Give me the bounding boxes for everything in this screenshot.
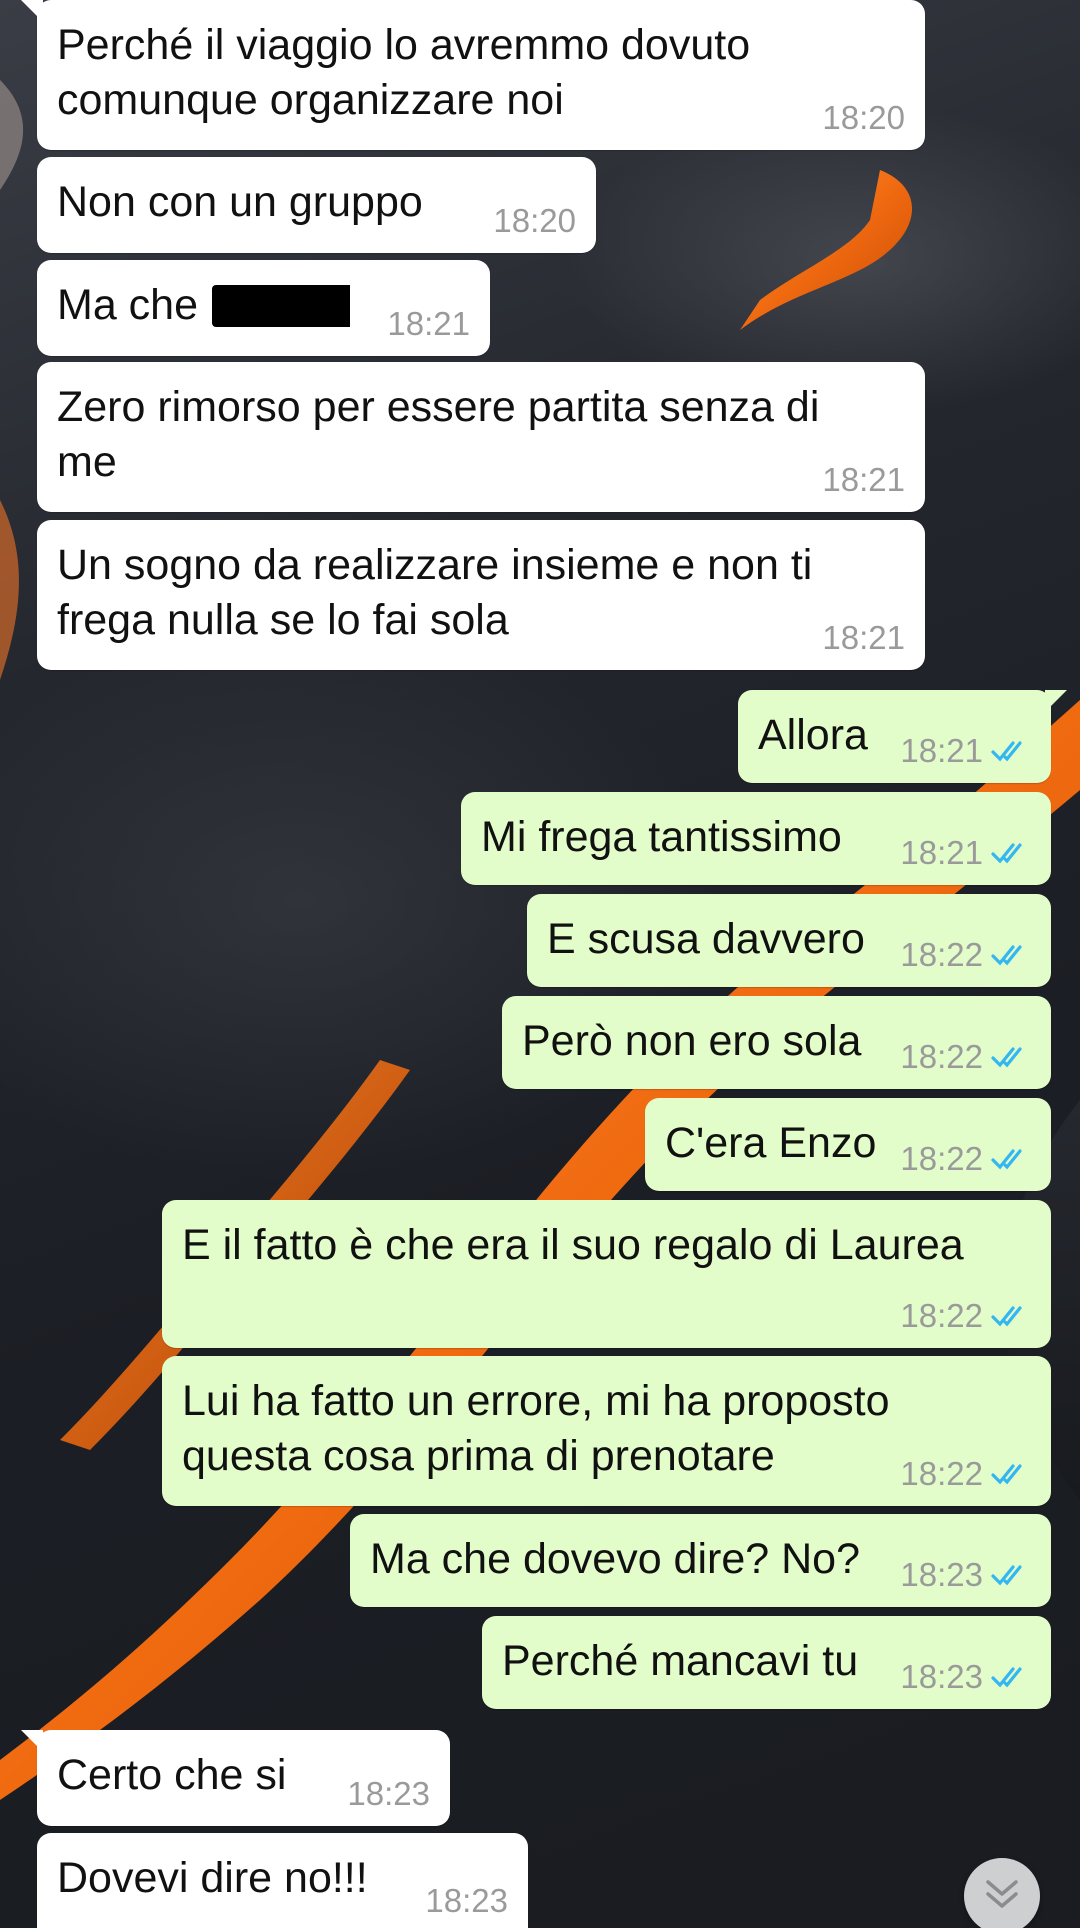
message-bubble-outgoing[interactable]: C'era Enzo 18:22 [645,1098,1051,1191]
scroll-to-bottom-button[interactable] [964,1858,1040,1928]
message-meta: 18:20 [493,203,576,239]
message-bubble-incoming[interactable]: Perché il viaggio lo avremmo dovuto comu… [21,0,925,150]
message-meta: 18:20 [822,100,905,136]
message-bubble-incoming[interactable]: Ma che 18:21 [37,260,490,356]
message-time: 18:21 [822,461,905,498]
message-time: 18:23 [900,1658,983,1695]
double-check-read-icon [991,1667,1022,1688]
message-time: 18:23 [425,1882,508,1919]
double-check-read-icon [991,1565,1022,1586]
redaction-box [212,285,351,327]
message-time: 18:21 [387,305,470,342]
message-time: 18:23 [347,1775,430,1812]
message-time: 18:21 [900,834,983,871]
message-meta: 18:22 [900,1039,1031,1075]
double-check-read-icon [991,945,1022,966]
message-bubble-outgoing[interactable]: Perché mancavi tu 18:23 [482,1616,1051,1709]
message-time: 18:22 [900,1140,983,1177]
message-bubble-outgoing[interactable]: Però non ero sola 18:22 [502,996,1051,1089]
double-check-read-icon [991,1149,1022,1170]
message-text-visible: Ma che [57,281,199,329]
message-meta: 18:21 [822,462,905,498]
message-time: 18:20 [822,99,905,136]
message-meta: 18:22 [900,1298,1031,1334]
message-bubble-outgoing[interactable]: Mi frega tantissimo 18:21 [461,792,1051,885]
message-meta: 18:21 [822,620,905,656]
message-time: 18:21 [900,732,983,769]
message-bubble-outgoing[interactable]: Allora 18:21 [738,690,1067,783]
double-check-read-icon [991,1306,1022,1327]
message-bubble-incoming[interactable]: Non con un gruppo 18:20 [37,157,596,253]
message-meta: 18:23 [900,1659,1031,1695]
message-bubble-incoming[interactable]: Dovevi dire no!!! 18:23 [37,1833,528,1928]
double-check-read-icon [991,741,1022,762]
message-meta: 18:22 [900,1456,1031,1492]
message-meta: 18:23 [347,1776,430,1812]
double-chevron-down-icon [986,1880,1018,1908]
message-meta: 18:21 [900,835,1031,871]
bubble-tail [21,0,43,22]
message-meta: 18:23 [900,1557,1031,1593]
bubble-tail [1045,690,1067,712]
message-bubble-outgoing[interactable]: E scusa davvero 18:22 [527,894,1051,987]
conversation-view[interactable]: Perché il viaggio lo avremmo dovuto comu… [0,0,1080,1928]
message-time: 18:20 [493,202,576,239]
message-text: Un sogno da realizzare insieme e non ti … [57,541,813,644]
message-text: E il fatto è che era il suo regalo di La… [182,1221,964,1269]
message-bubble-incoming[interactable]: Un sogno da realizzare insieme e non ti … [37,520,925,670]
message-bubble-incoming[interactable]: Certo che si 18:23 [21,1730,450,1826]
message-time: 18:21 [822,619,905,656]
message-meta: 18:23 [425,1883,508,1919]
message-time: 18:22 [900,1038,983,1075]
double-check-read-icon [991,1047,1022,1068]
message-text: Zero rimorso per essere partita senza di… [57,383,820,486]
message-meta: 18:22 [900,1141,1031,1177]
message-time: 18:22 [900,936,983,973]
message-text: Perché il viaggio lo avremmo dovuto comu… [57,21,751,124]
message-time: 18:22 [900,1455,983,1492]
message-bubble-incoming[interactable]: Zero rimorso per essere partita senza di… [37,362,925,512]
message-meta: 18:21 [900,733,1031,769]
message-time: 18:22 [900,1297,983,1334]
message-bubble-outgoing[interactable]: Lui ha fatto un errore, mi ha proposto q… [162,1356,1051,1506]
message-meta: 18:21 [387,306,470,342]
double-check-read-icon [991,1464,1022,1485]
message-meta: 18:22 [900,937,1031,973]
message-time: 18:23 [900,1556,983,1593]
double-check-read-icon [991,843,1022,864]
message-bubble-outgoing[interactable]: E il fatto è che era il suo regalo di La… [162,1200,1051,1348]
message-bubble-outgoing[interactable]: Ma che dovevo dire? No? 18:23 [350,1514,1051,1607]
bubble-tail [21,1730,43,1752]
